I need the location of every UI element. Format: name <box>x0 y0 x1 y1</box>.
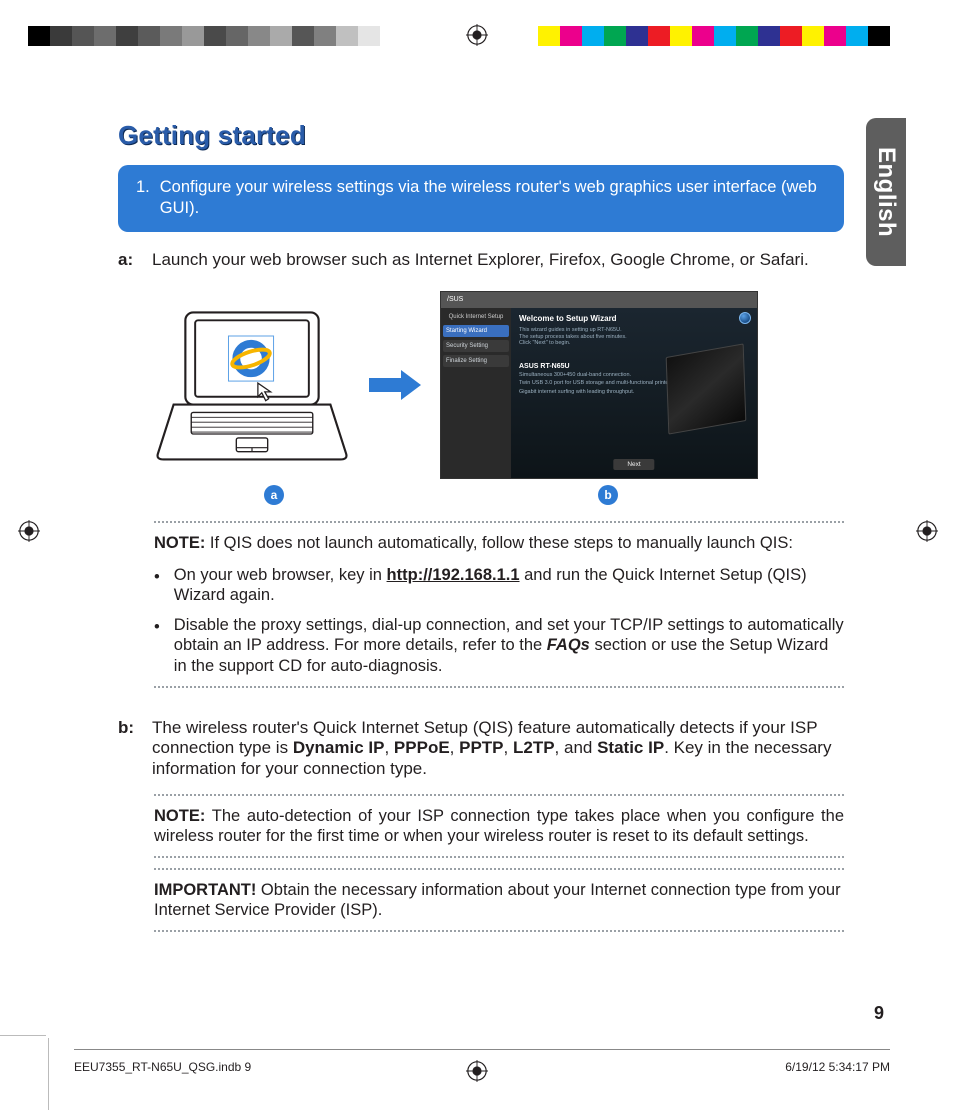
divider <box>154 868 844 870</box>
bullet-item: • Disable the proxy settings, dial-up co… <box>154 615 844 675</box>
gui-next-button: Next <box>613 459 654 470</box>
bullet-list: • On your web browser, key in http://192… <box>154 565 844 676</box>
divider <box>154 686 844 688</box>
conn-type: PPPoE <box>394 738 450 757</box>
step-a-label: a: <box>118 250 140 271</box>
gui-subtext: The setup process takes about five minut… <box>519 334 749 341</box>
step-b: b: The wireless router's Quick Internet … <box>118 718 844 780</box>
note-lead: NOTE: <box>154 534 205 552</box>
gui-side-item: Security Setting <box>443 340 509 352</box>
printer-colorbar-left <box>28 26 380 46</box>
registration-mark-icon <box>916 520 938 542</box>
badge-a: a <box>264 485 284 505</box>
divider <box>154 794 844 796</box>
gui-side-header: Quick Internet Setup <box>443 312 509 322</box>
note-text: If QIS does not launch automatically, fo… <box>205 534 793 552</box>
router-gui-screenshot: /SUS Quick Internet Setup Starting Wizar… <box>440 291 758 479</box>
important-lead: IMPORTANT! <box>154 881 256 899</box>
page-title: Getting started <box>118 120 844 151</box>
step-callout: 1. Configure your wireless settings via … <box>118 165 844 232</box>
registration-mark-icon <box>466 24 488 46</box>
bullet-url: http://192.168.1.1 <box>387 566 520 584</box>
divider <box>154 856 844 858</box>
divider <box>154 930 844 932</box>
gui-brand: /SUS <box>441 292 757 308</box>
language-tab: English <box>866 118 906 266</box>
registration-mark-icon <box>18 520 40 542</box>
divider <box>154 521 844 523</box>
step-a: a: Launch your web browser such as Inter… <box>118 250 844 271</box>
conn-type: Dynamic IP <box>293 738 385 757</box>
bullet-dot-icon: • <box>154 565 160 605</box>
important-text: Obtain the necessary information about y… <box>154 881 841 919</box>
crop-mark <box>48 1038 49 1110</box>
footer-rule <box>74 1049 890 1050</box>
gui-welcome: Welcome to Setup Wizard <box>519 314 749 323</box>
badge-row: a b <box>118 485 844 511</box>
note-block: NOTE: If QIS does not launch automatical… <box>154 533 844 553</box>
step-b-label: b: <box>118 718 140 780</box>
language-tab-label: English <box>872 147 900 237</box>
footer: EEU7355_RT-N65U_QSG.indb 9 6/19/12 5:34:… <box>74 1060 890 1074</box>
note-lead: NOTE: <box>154 807 205 825</box>
footer-timestamp: 6/19/12 5:34:17 PM <box>785 1060 890 1074</box>
printer-colorbar-right <box>538 26 890 46</box>
badge-b: b <box>598 485 618 505</box>
bullet-item: • On your web browser, key in http://192… <box>154 565 844 605</box>
bullet-faq: FAQs <box>547 636 590 654</box>
important-block: IMPORTANT! Obtain the necessary informat… <box>154 880 844 920</box>
gui-subtext: Click "Next" to begin. <box>519 340 749 347</box>
arrow-icon <box>364 368 426 402</box>
router-device-icon <box>666 343 747 434</box>
illustration-row: /SUS Quick Internet Setup Starting Wizar… <box>154 291 844 479</box>
footer-filename: EEU7355_RT-N65U_QSG.indb 9 <box>74 1060 251 1074</box>
note-text: The auto-detection of your ISP connectio… <box>154 807 844 845</box>
conn-type: PPTP <box>459 738 503 757</box>
note-block: NOTE: The auto-detection of your ISP con… <box>154 806 844 846</box>
globe-icon <box>739 312 751 324</box>
conn-type: Static IP <box>597 738 664 757</box>
step-a-text: Launch your web browser such as Internet… <box>152 250 809 271</box>
conn-type: L2TP <box>513 738 555 757</box>
gui-subtext: This wizard guides in setting up RT-N65U… <box>519 327 749 334</box>
bullet-text: On your web browser, key in <box>174 566 387 584</box>
callout-number: 1. <box>136 177 150 218</box>
laptop-illustration <box>154 305 350 465</box>
crop-mark <box>0 1035 46 1036</box>
bullet-dot-icon: • <box>154 615 160 675</box>
gui-side-item: Finalize Setting <box>443 355 509 367</box>
callout-text: Configure your wireless settings via the… <box>160 177 826 218</box>
gui-side-item: Starting Wizard <box>443 325 509 337</box>
page-number: 9 <box>874 1003 884 1024</box>
